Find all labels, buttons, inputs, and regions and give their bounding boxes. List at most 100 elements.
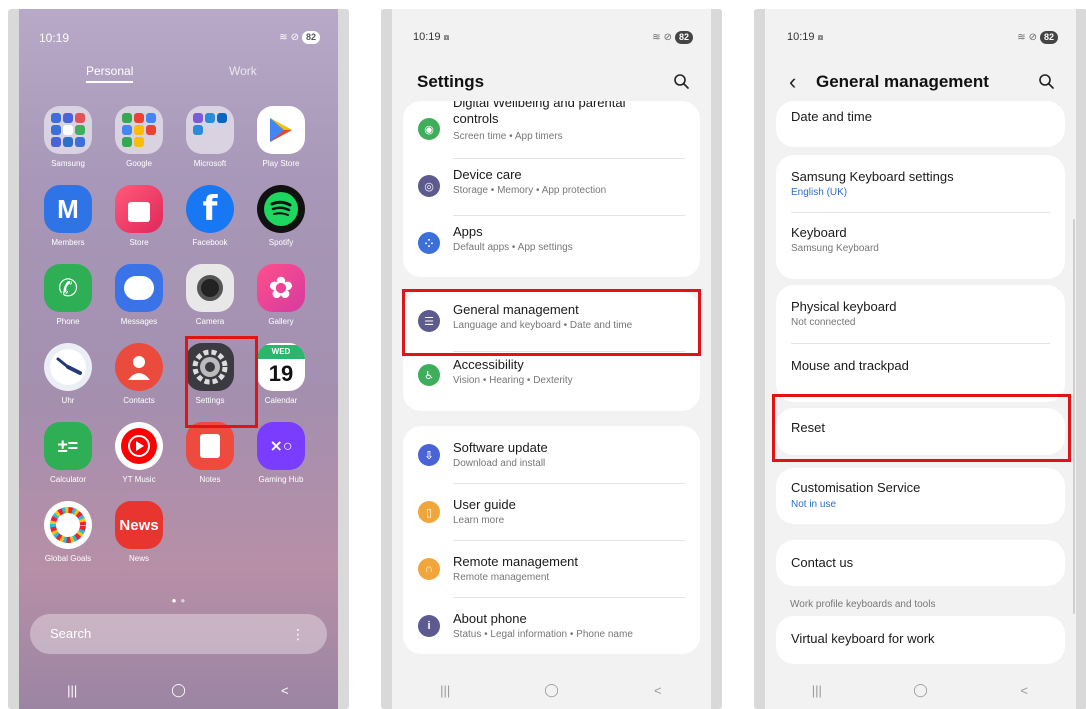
- app-messages[interactable]: Messages: [104, 264, 174, 326]
- settings-panel: 10:19 ⧇ ≋ ⊘ 82 Settings ◉ Digital Wellbe…: [381, 9, 722, 709]
- wifi-icon: ≋: [279, 32, 288, 43]
- search-icon[interactable]: [673, 73, 689, 89]
- gm-group-work: Virtual keyboard for work: [776, 616, 1065, 664]
- app-samsung-folder[interactable]: Samsung: [33, 106, 103, 168]
- home-icon[interactable]: ◯: [900, 682, 940, 698]
- search-icon[interactable]: [1038, 73, 1054, 89]
- navigation-bar: ||| ◯ <: [765, 671, 1076, 709]
- item-subtitle: Screen time • App timers: [453, 131, 563, 142]
- samsung-folder-icon: [44, 106, 92, 154]
- tab-personal[interactable]: Personal: [86, 64, 134, 83]
- apps-grid-icon: ⁘: [418, 232, 440, 254]
- tab-work[interactable]: Work: [229, 64, 257, 78]
- gm-group-date: Date and time: [776, 101, 1065, 147]
- item-title: Accessibility: [453, 357, 524, 372]
- page-title: General management: [816, 72, 989, 91]
- back-icon[interactable]: <: [638, 683, 678, 698]
- gm-item-date-time[interactable]: Date and time: [776, 101, 1065, 147]
- accessibility-person-icon: ♿: [418, 364, 440, 386]
- app-microsoft-folder[interactable]: Microsoft: [175, 106, 245, 168]
- back-icon[interactable]: <: [265, 683, 305, 698]
- facebook-icon: f: [186, 185, 234, 233]
- app-members[interactable]: M Members: [33, 185, 103, 247]
- settings-item-user-guide[interactable]: ▯ User guide Learn more: [403, 483, 700, 541]
- item-subtitle: Status • Legal information • Phone name: [453, 629, 633, 640]
- status-time: 10:19: [39, 31, 70, 45]
- item-title: Physical keyboard: [791, 299, 897, 314]
- wifi-icon: ≋: [1017, 32, 1026, 43]
- app-calculator[interactable]: ±= Calculator: [33, 422, 103, 484]
- gm-item-physical-keyboard[interactable]: Physical keyboard Not connected: [776, 285, 1065, 344]
- app-news[interactable]: News News: [104, 501, 174, 563]
- app-label: Camera: [195, 317, 225, 326]
- navigation-bar: ||| ◯ <: [19, 671, 338, 709]
- wellbeing-icon: ◉: [418, 118, 440, 140]
- app-google-folder[interactable]: Google: [104, 106, 174, 168]
- settings-item-software-update[interactable]: ⇩ Software update Download and install: [403, 426, 700, 484]
- settings-item-apps[interactable]: ⁘ Apps Default apps • App settings: [403, 216, 700, 272]
- app-label: Notes: [199, 475, 221, 484]
- item-subtitle: Download and install: [453, 458, 546, 469]
- app-phone[interactable]: ✆ Phone: [33, 264, 103, 326]
- settings-app-highlight: [185, 336, 258, 428]
- app-gallery[interactable]: ✿ Gallery: [246, 264, 316, 326]
- gm-group-physical: Physical keyboard Not connected Mouse an…: [776, 285, 1065, 402]
- app-label: Contacts: [123, 396, 155, 405]
- settings-item-accessibility[interactable]: ♿ Accessibility Vision • Hearing • Dexte…: [403, 352, 700, 408]
- app-label: Global Goals: [44, 554, 92, 563]
- gm-item-virtual-keyboard-work[interactable]: Virtual keyboard for work: [776, 616, 1065, 664]
- home-screen: 10:19 ≋ ⊘ 82 Personal Work Samsung Googl…: [19, 9, 338, 709]
- back-icon[interactable]: <: [1004, 683, 1044, 698]
- item-title: Mouse and trackpad: [791, 358, 909, 373]
- gm-group-customisation: Customisation Service Not in use: [776, 468, 1065, 524]
- more-options-icon[interactable]: ⋮: [291, 614, 305, 654]
- app-spotify[interactable]: Spotify: [246, 185, 316, 247]
- recent-apps-icon[interactable]: |||: [425, 683, 465, 698]
- scrollbar[interactable]: [1073, 219, 1075, 614]
- app-global-goals[interactable]: Global Goals: [33, 501, 103, 563]
- app-notes[interactable]: Notes: [175, 422, 245, 484]
- app-label: Gallery: [268, 317, 294, 326]
- app-yt-music[interactable]: YT Music: [104, 422, 174, 484]
- store-bag-icon: [115, 185, 163, 233]
- recent-apps-icon[interactable]: |||: [52, 683, 92, 698]
- item-subtitle: Not in use: [791, 499, 837, 510]
- gm-item-mouse-trackpad[interactable]: Mouse and trackpad: [776, 344, 1065, 400]
- gm-item-contact-us[interactable]: Contact us: [776, 540, 1065, 586]
- gm-item-samsung-keyboard[interactable]: Samsung Keyboard settings English (UK): [776, 155, 1065, 213]
- item-title: Virtual keyboard for work: [791, 631, 935, 646]
- recent-apps-icon[interactable]: |||: [797, 683, 837, 698]
- settings-item-digital-wellbeing[interactable]: ◉ Digital Wellbeing and parental control…: [403, 101, 700, 159]
- app-play-store[interactable]: Play Store: [246, 106, 316, 168]
- app-contacts[interactable]: Contacts: [104, 343, 174, 405]
- gm-item-keyboard[interactable]: Keyboard Samsung Keyboard: [776, 213, 1065, 270]
- item-subtitle: Not connected: [791, 317, 856, 328]
- calendar-day: WED: [257, 345, 305, 359]
- notes-icon: [186, 422, 234, 470]
- settings-item-about-phone[interactable]: i About phone Status • Legal information…: [403, 597, 700, 654]
- general-management-panel: 10:19 ⧇ ≋ ⊘ 82 ‹ General management Date…: [754, 9, 1086, 709]
- app-store[interactable]: Store: [104, 185, 174, 247]
- settings-item-remote-management[interactable]: ∩ Remote management Remote management: [403, 540, 700, 598]
- user-guide-book-icon: ▯: [418, 501, 440, 523]
- gm-item-customisation-service[interactable]: Customisation Service Not in use: [776, 468, 1065, 524]
- phone-icon: ✆: [44, 264, 92, 312]
- home-search-bar[interactable]: Search ⋮: [30, 614, 327, 654]
- settings-item-device-care[interactable]: ◎ Device care Storage • Memory • App pro…: [403, 159, 700, 216]
- item-title: About phone: [453, 611, 527, 626]
- app-label: Uhr: [61, 396, 75, 405]
- item-title: Samsung Keyboard settings: [791, 169, 954, 184]
- app-facebook[interactable]: f Facebook: [175, 185, 245, 247]
- spotify-icon: [257, 185, 305, 233]
- back-arrow-icon[interactable]: ‹: [789, 69, 796, 95]
- page-dot-active: ●: [171, 596, 177, 605]
- app-gaming-hub[interactable]: ⨯○ Gaming Hub: [246, 422, 316, 484]
- play-store-icon: [257, 106, 305, 154]
- app-camera[interactable]: Camera: [175, 264, 245, 326]
- app-clock[interactable]: Uhr: [33, 343, 103, 405]
- home-icon[interactable]: ◯: [531, 682, 571, 698]
- home-icon[interactable]: ◯: [158, 682, 198, 698]
- item-title: Customisation Service: [791, 480, 921, 495]
- item-title: Date and time: [791, 109, 872, 124]
- app-label: Messages: [120, 317, 158, 326]
